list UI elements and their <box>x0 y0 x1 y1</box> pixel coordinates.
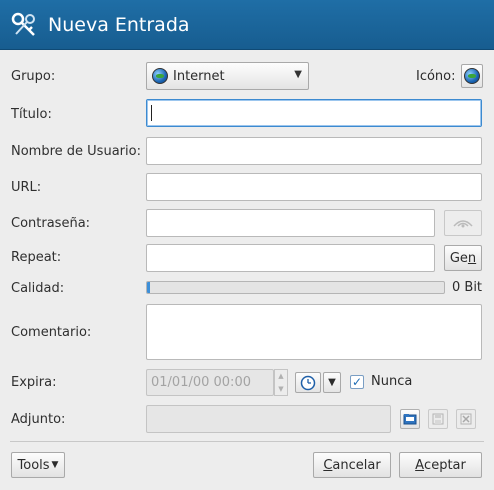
save-icon <box>432 413 444 425</box>
quality-progress-fill <box>147 282 150 293</box>
never-expires-checkbox[interactable]: ✓ <box>350 375 364 389</box>
folder-icon <box>403 414 417 425</box>
icon-label: Icóno: <box>416 69 456 84</box>
delete-attachment-button[interactable] <box>456 409 476 429</box>
accept-label: ceptar <box>424 457 466 473</box>
show-password-button[interactable] <box>444 210 482 236</box>
delete-icon <box>460 413 472 425</box>
expiry-preset-dropdown[interactable]: ▼ <box>323 372 341 393</box>
comment-textarea[interactable] <box>146 304 482 360</box>
quality-label: Calidad: <box>11 281 65 296</box>
expires-date-value: 01/01/00 00:00 <box>151 375 251 390</box>
attachment-input <box>146 405 391 433</box>
password-label: Contraseña: <box>11 216 91 231</box>
eye-icon <box>453 220 473 228</box>
group-select[interactable]: Internet ▼ <box>146 62 309 90</box>
group-value: Internet <box>173 68 225 84</box>
username-input[interactable] <box>146 137 482 165</box>
title-label: Título: <box>11 107 52 122</box>
expires-label: Expira: <box>11 375 57 390</box>
repeat-label: Repeat: <box>11 250 62 265</box>
save-attachment-button[interactable] <box>428 409 448 429</box>
tools-label: Tools <box>17 457 50 473</box>
globe-icon <box>152 68 168 84</box>
attachment-label: Adjunto: <box>11 412 66 427</box>
quality-value: 0 Bit <box>452 280 483 295</box>
group-label: Grupo: <box>11 69 56 84</box>
username-label: Nombre de Usuario: <box>11 144 141 159</box>
comment-label: Comentario: <box>11 325 92 340</box>
clock-icon <box>300 375 316 390</box>
spin-down-icon[interactable]: ▼ <box>278 385 283 393</box>
chevron-down-icon: ▼ <box>328 377 336 388</box>
spin-up-icon[interactable]: ▲ <box>278 372 283 380</box>
title-input[interactable] <box>146 99 482 127</box>
cancel-label: ancelar <box>332 457 381 473</box>
open-attachment-button[interactable] <box>400 409 420 429</box>
title-bar: Nueva Entrada <box>0 0 494 50</box>
icon-picker-button[interactable] <box>461 64 483 88</box>
tools-button[interactable]: Tools ▼ <box>11 452 65 478</box>
date-spin-buttons[interactable]: ▲ ▼ <box>274 369 288 396</box>
chevron-down-icon: ▼ <box>51 460 59 470</box>
expires-date-input[interactable]: 01/01/00 00:00 <box>146 369 274 396</box>
cancel-button[interactable]: Cancelar <box>313 452 391 478</box>
separator <box>10 441 484 442</box>
chevron-down-icon: ▼ <box>294 69 302 80</box>
repeat-input[interactable] <box>146 244 435 272</box>
checkmark-icon: ✓ <box>351 375 363 389</box>
accept-label-mnemonic: A <box>415 457 425 473</box>
never-expires-label[interactable]: Nunca <box>371 374 412 389</box>
generate-button[interactable]: Ge n <box>444 245 482 271</box>
quality-progress-bar <box>146 281 445 294</box>
password-input[interactable] <box>146 209 435 237</box>
generate-label-mnemonic: n <box>467 250 477 266</box>
accept-button[interactable]: Aceptar <box>399 452 482 478</box>
text-caret <box>151 105 152 121</box>
globe-icon <box>464 68 480 84</box>
expiry-preset-button[interactable] <box>295 372 321 393</box>
generate-label: Ge <box>449 250 468 266</box>
keys-icon <box>11 12 35 36</box>
cancel-label-mnemonic: C <box>323 457 333 473</box>
url-label: URL: <box>11 180 42 195</box>
url-input[interactable] <box>146 173 482 201</box>
window-title: Nueva Entrada <box>48 13 190 36</box>
